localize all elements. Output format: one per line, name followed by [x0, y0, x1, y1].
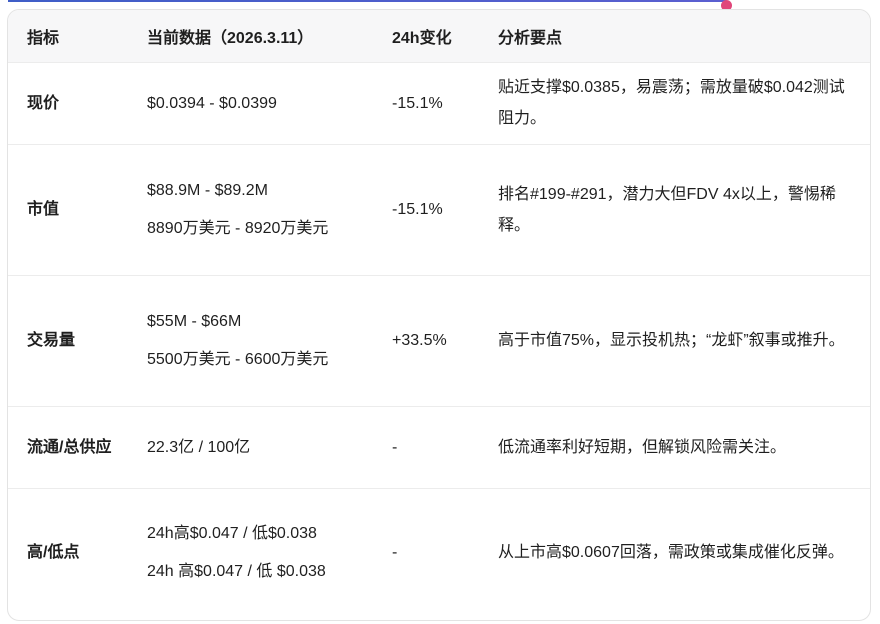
analysis-cell: 贴近支撑$0.0385，易震荡；需放量破$0.042测试阻力。 — [498, 79, 845, 127]
data-cell: $0.0394 - $0.0399 — [128, 62, 372, 144]
table-row: 现价 $0.0394 - $0.0399 -15.1% 贴近支撑$0.0385，… — [8, 62, 870, 144]
data-cell: $88.9M - $89.2M 8890万美元 - 8920万美元 — [128, 144, 372, 275]
analysis-cell: 排名#199-#291，潜力大但FDV 4x以上，警惕稀释。 — [498, 185, 836, 234]
table-row: 交易量 $55M - $66M 5500万美元 - 6600万美元 +33.5%… — [8, 275, 870, 406]
data-value: 24h高$0.047 / 低$0.038 — [147, 525, 317, 543]
table-row: 流通/总供应 22.3亿 / 100亿 - 低流通率利好短期，但解锁风险需关注。 — [8, 406, 870, 488]
data-cell: 22.3亿 / 100亿 — [128, 406, 372, 488]
analysis-cell: 高于市值75%，显示投机热；“龙虾”叙事或推升。 — [498, 332, 845, 349]
data-cell: 24h高$0.047 / 低$0.038 24h 高$0.047 / 低 $0.… — [128, 488, 372, 617]
data-value: 8890万美元 - 8920万美元 — [147, 220, 329, 237]
data-value: 24h 高$0.047 / 低 $0.038 — [147, 563, 326, 581]
table-row: 市值 $88.9M - $89.2M 8890万美元 - 8920万美元 -15… — [8, 144, 870, 275]
data-value: $55M - $66M — [147, 313, 242, 330]
header-24h-change: 24h变化 — [392, 29, 452, 47]
top-accent-line — [8, 0, 726, 2]
table-header-row: 指标 当前数据（2026.3.11） 24h变化 分析要点 — [8, 10, 870, 62]
metric-cell: 现价 — [27, 94, 60, 112]
data-value: $88.9M - $89.2M — [147, 182, 268, 199]
change-cell: - — [392, 544, 398, 562]
metric-cell: 市值 — [27, 201, 60, 218]
metric-cell: 流通/总供应 — [27, 438, 112, 456]
change-cell: -15.1% — [392, 94, 443, 112]
data-value: 5500万美元 - 6600万美元 — [147, 351, 329, 368]
data-cell: $55M - $66M 5500万美元 - 6600万美元 — [128, 275, 372, 406]
analysis-cell: 低流通率利好短期，但解锁风险需关注。 — [498, 438, 787, 456]
change-cell: - — [392, 438, 398, 456]
change-cell: +33.5% — [392, 332, 447, 349]
data-value: $0.0394 - $0.0399 — [147, 94, 277, 112]
data-table-card: 指标 当前数据（2026.3.11） 24h变化 分析要点 现价 $0.0394… — [7, 9, 871, 621]
header-current-data: 当前数据（2026.3.11） — [147, 29, 314, 47]
header-analysis: 分析要点 — [498, 29, 563, 47]
crypto-metrics-table: 指标 当前数据（2026.3.11） 24h变化 分析要点 现价 $0.0394… — [8, 10, 870, 617]
metric-cell: 交易量 — [27, 332, 76, 349]
header-metric: 指标 — [27, 29, 60, 47]
table-row: 高/低点 24h高$0.047 / 低$0.038 24h 高$0.047 / … — [8, 488, 870, 617]
analysis-cell: 从上市高$0.0607回落，需政策或集成催化反弹。 — [498, 544, 844, 562]
metric-cell: 高/低点 — [27, 544, 80, 562]
data-value: 22.3亿 / 100亿 — [147, 438, 251, 456]
change-cell: -15.1% — [392, 201, 443, 218]
